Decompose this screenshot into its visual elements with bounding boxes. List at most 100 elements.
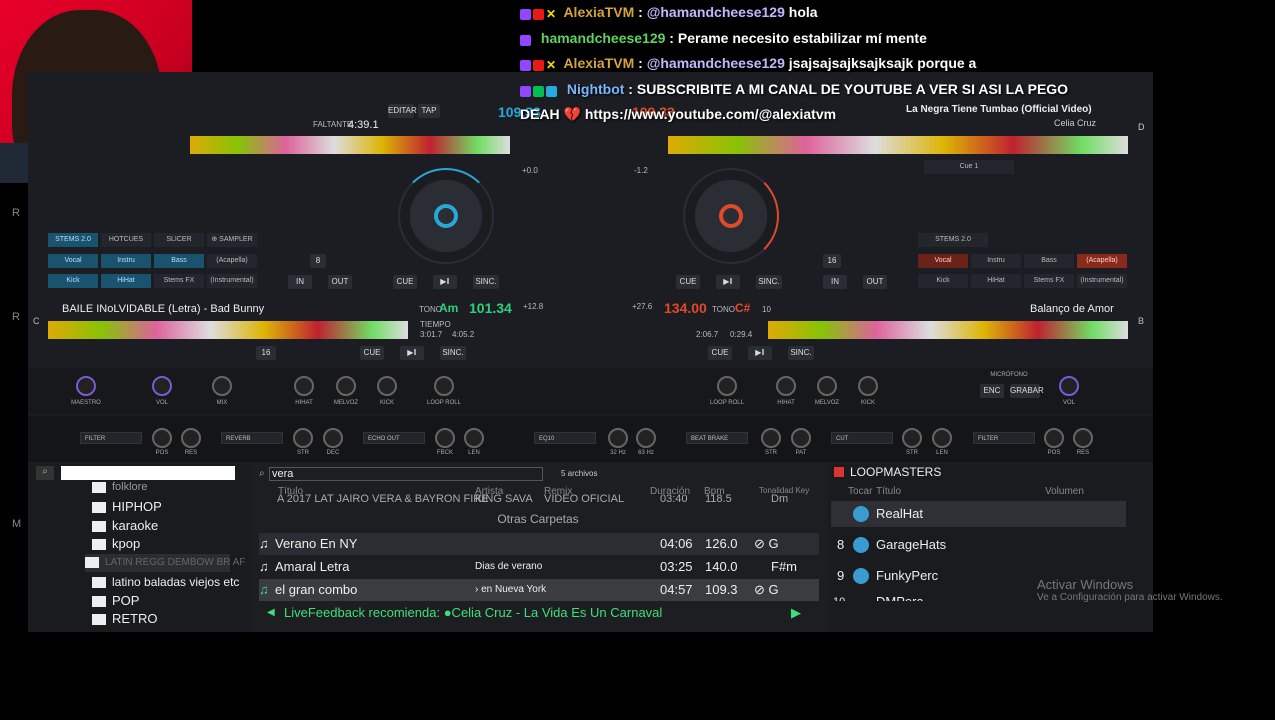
pad-bass-right[interactable]: Bass <box>1024 254 1074 268</box>
pad-hihat-left[interactable]: HiHat <box>101 274 151 288</box>
tab-hotcues-left[interactable]: HOTCUES <box>101 233 151 247</box>
folder-item[interactable]: karaoke <box>92 517 158 535</box>
search-icon[interactable]: ⌕ <box>259 468 265 479</box>
record-button[interactable]: GRABAR <box>1010 384 1044 398</box>
in-button-left[interactable]: IN <box>288 275 312 289</box>
play-left-icon[interactable]: ◀ <box>267 607 275 618</box>
len-knob-echo[interactable] <box>464 428 484 448</box>
play-button-right[interactable]: ▶‖ <box>716 275 740 289</box>
fbck-knob[interactable] <box>435 428 455 448</box>
cue-button-right[interactable]: CUE <box>676 275 700 289</box>
sync-button-left[interactable]: SINC. <box>473 275 499 289</box>
waveform-right-top[interactable] <box>668 136 1128 154</box>
search-icon[interactable]: ⌕ <box>36 466 54 480</box>
res-knob-left[interactable] <box>181 428 201 448</box>
pad-instru-left[interactable]: Instru <box>101 254 151 268</box>
master-knob[interactable] <box>76 376 96 396</box>
livefeedback-recommendation[interactable]: LiveFeedback recomienda: ●Celia Cruz - L… <box>284 605 662 620</box>
pad-instrumental-left[interactable]: (Instrumental) <box>207 274 257 288</box>
out-button-left[interactable]: OUT <box>328 275 352 289</box>
pad-bass-left[interactable]: Bass <box>154 254 204 268</box>
mic-vol-knob[interactable] <box>1059 376 1079 396</box>
play-right-icon[interactable]: ▶ <box>791 605 801 621</box>
dec-knob[interactable] <box>323 428 343 448</box>
pos-knob-left[interactable] <box>152 428 172 448</box>
loop-value-left[interactable]: 8 <box>310 254 326 268</box>
mix-knob[interactable] <box>212 376 232 396</box>
play-button-left[interactable]: ▶‖ <box>433 275 457 289</box>
song-search-input[interactable]: vera <box>269 467 543 481</box>
sync-button-lower-left[interactable]: SINC. <box>440 346 466 360</box>
jogwheel-left[interactable] <box>398 168 494 264</box>
waveform-left[interactable] <box>48 321 408 339</box>
beat-value-left[interactable]: 16 <box>256 346 276 360</box>
fx-select-filter-right[interactable]: FILTER <box>973 432 1035 444</box>
pad-acapella-left[interactable]: (Acapella) <box>207 254 257 268</box>
play-button-lower-left[interactable]: ▶‖ <box>400 346 424 360</box>
song-row[interactable]: ♫ el gran combo › en Nueva York 04:57 10… <box>259 579 819 601</box>
song-row-partial[interactable]: A 2017 LAT JAIRO VERA & BAYRON FIRE KING… <box>259 494 819 506</box>
tab-stems-right[interactable]: STEMS 2.0 <box>918 233 988 247</box>
folder-item[interactable]: RETRO <box>92 610 158 628</box>
tab-sampler-left[interactable]: ⊕ SAMPLER <box>207 233 257 247</box>
cue1-label-right[interactable]: Cue 1 <box>924 160 1014 174</box>
tab-slicer-left[interactable]: SLICER <box>154 233 204 247</box>
folder-item[interactable]: kpop <box>92 535 140 553</box>
sample-play-icon[interactable] <box>853 506 869 522</box>
pos-knob-right[interactable] <box>1044 428 1064 448</box>
sample-row[interactable]: RealHat <box>831 501 1126 527</box>
kick-knob-left[interactable] <box>377 376 397 396</box>
hihat-knob-right[interactable] <box>776 376 796 396</box>
fx-select-eq10[interactable]: EQ10 <box>534 432 596 444</box>
in-button-right[interactable]: IN <box>823 275 847 289</box>
vol-knob[interactable] <box>152 376 172 396</box>
loop-roll-knob-right[interactable] <box>717 376 737 396</box>
str-knob-brake[interactable] <box>761 428 781 448</box>
len-knob-cut[interactable] <box>932 428 952 448</box>
folder-item[interactable]: latino baladas viejos etc <box>92 573 239 591</box>
sample-row[interactable]: 8 GarageHats <box>831 532 1126 558</box>
fx-select-filter-left[interactable]: FILTER <box>80 432 142 444</box>
play-button-lower-right[interactable]: ▶‖ <box>748 346 772 360</box>
folder-item-selected[interactable]: LATIN REGG DEMBOW BR AF <box>85 554 245 572</box>
out-button-right[interactable]: OUT <box>863 275 887 289</box>
sample-play-icon[interactable] <box>853 537 869 553</box>
sample-play-icon[interactable] <box>853 568 869 584</box>
pad-kick-right[interactable]: Kick <box>918 274 968 288</box>
song-row[interactable]: ♫ Verano En NY 04:06 126.0 ⊘ G <box>259 533 819 555</box>
waveform-left-top[interactable] <box>190 136 510 154</box>
kick-knob-right[interactable] <box>858 376 878 396</box>
pad-hihat-right[interactable]: HiHat <box>971 274 1021 288</box>
sync-button-right[interactable]: SINC. <box>756 275 782 289</box>
pad-instrumental-right[interactable]: (Instrumental) <box>1077 274 1127 288</box>
folder-search-input[interactable] <box>61 466 235 480</box>
pad-stemsfx-right[interactable]: Stems FX <box>1024 274 1074 288</box>
res-knob-right[interactable] <box>1073 428 1093 448</box>
pad-vocal-right[interactable]: Vocal <box>918 254 968 268</box>
str-knob-cut[interactable] <box>902 428 922 448</box>
cue-button-lower-left[interactable]: CUE <box>360 346 384 360</box>
folder-item[interactable]: POP <box>92 592 139 610</box>
folder-item[interactable]: HIPHOP <box>92 498 162 516</box>
fx-select-cut[interactable]: CUT <box>831 432 893 444</box>
waveform-right[interactable] <box>768 321 1128 339</box>
pad-instru-right[interactable]: Instru <box>971 254 1021 268</box>
enc-button[interactable]: ENC <box>980 384 1004 398</box>
fx-select-echo[interactable]: ECHO OUT <box>363 432 425 444</box>
pad-vocal-left[interactable]: Vocal <box>48 254 98 268</box>
pat-knob[interactable] <box>791 428 811 448</box>
loop-roll-knob-left[interactable] <box>434 376 454 396</box>
pad-acapella-right[interactable]: (Acapella) <box>1077 254 1127 268</box>
fx-select-reverb[interactable]: REVERB <box>221 432 283 444</box>
tap-button[interactable]: TAP <box>418 104 440 118</box>
eq-32hz-knob[interactable] <box>608 428 628 448</box>
edit-button[interactable]: EDITAR <box>388 104 417 118</box>
melvoz-knob-left[interactable] <box>336 376 356 396</box>
pad-stemsfx-left[interactable]: Stems FX <box>154 274 204 288</box>
jogwheel-right[interactable] <box>683 168 779 264</box>
fx-select-beatbrake[interactable]: BEAT BRAKE <box>686 432 748 444</box>
cue-button-left[interactable]: CUE <box>393 275 417 289</box>
song-row[interactable]: ♫ Amaral Letra Dias de verano 03:25 140.… <box>259 556 819 578</box>
cue-button-lower-right[interactable]: CUE <box>708 346 732 360</box>
str-knob-reverb[interactable] <box>293 428 313 448</box>
